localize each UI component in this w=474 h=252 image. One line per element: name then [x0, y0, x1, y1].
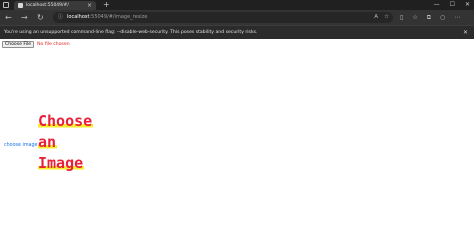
reload-icon[interactable]: ↻ — [37, 12, 44, 23]
file-input[interactable]: Choose File No file chosen — [2, 40, 70, 48]
toolbar-icons: ▯ ☆ ⧉ ○ ⋯ — [400, 13, 460, 22]
window-controls: — ☐ ✕ — [434, 0, 470, 10]
tab-favicon-icon — [18, 3, 23, 8]
browser-tab[interactable]: localhost:55049/#/ × — [14, 1, 96, 10]
profile-icon[interactable]: ○ — [440, 13, 445, 22]
close-window-button[interactable]: ✕ — [465, 0, 470, 10]
back-arrow-icon[interactable]: ← — [5, 12, 12, 23]
file-status-text: No file chosen — [37, 41, 70, 47]
tab-title: localhost:55049/#/ — [26, 3, 69, 8]
choose-image-link[interactable]: choose image — [4, 143, 37, 149]
warning-text: You're using an unsupported command-line… — [4, 30, 258, 35]
collections-icon[interactable]: ⧉ — [427, 13, 431, 22]
minimize-button[interactable]: — — [434, 0, 440, 10]
heading-word: Image — [38, 154, 85, 172]
choose-image-heading[interactable]: Choose an Image — [38, 111, 108, 174]
tab-close-icon[interactable]: × — [87, 1, 92, 10]
read-aloud-icon[interactable]: A — [374, 14, 378, 21]
warning-close-icon[interactable]: ✕ — [463, 28, 468, 37]
more-menu-icon[interactable]: ⋯ — [454, 13, 460, 22]
favorite-star-icon[interactable]: ☆ — [384, 14, 389, 21]
heading-word: Choose — [38, 112, 94, 130]
choose-file-button[interactable]: Choose File — [2, 40, 35, 48]
favorites-icon[interactable]: ☆ — [412, 13, 417, 22]
new-tab-button[interactable]: + — [103, 0, 110, 10]
forward-arrow-icon[interactable]: → — [21, 12, 28, 23]
heading-word: an — [38, 133, 58, 151]
title-bar: localhost:55049/#/ × + — ☐ ✕ — [0, 0, 474, 10]
window-menu-icon[interactable] — [3, 2, 9, 8]
maximize-button[interactable]: ☐ — [450, 0, 455, 10]
address-bar[interactable]: ⓘ localhost:55049/#/image_resize A ☆ — [53, 12, 393, 23]
browser-toolbar: ← → ↻ ⓘ localhost:55049/#/image_resize A… — [0, 10, 474, 25]
address-url: localhost:55049/#/image_resize — [67, 14, 148, 20]
site-info-icon[interactable]: ⓘ — [58, 14, 63, 21]
split-screen-icon[interactable]: ▯ — [400, 13, 403, 22]
warning-infobar: You're using an unsupported command-line… — [0, 25, 474, 39]
